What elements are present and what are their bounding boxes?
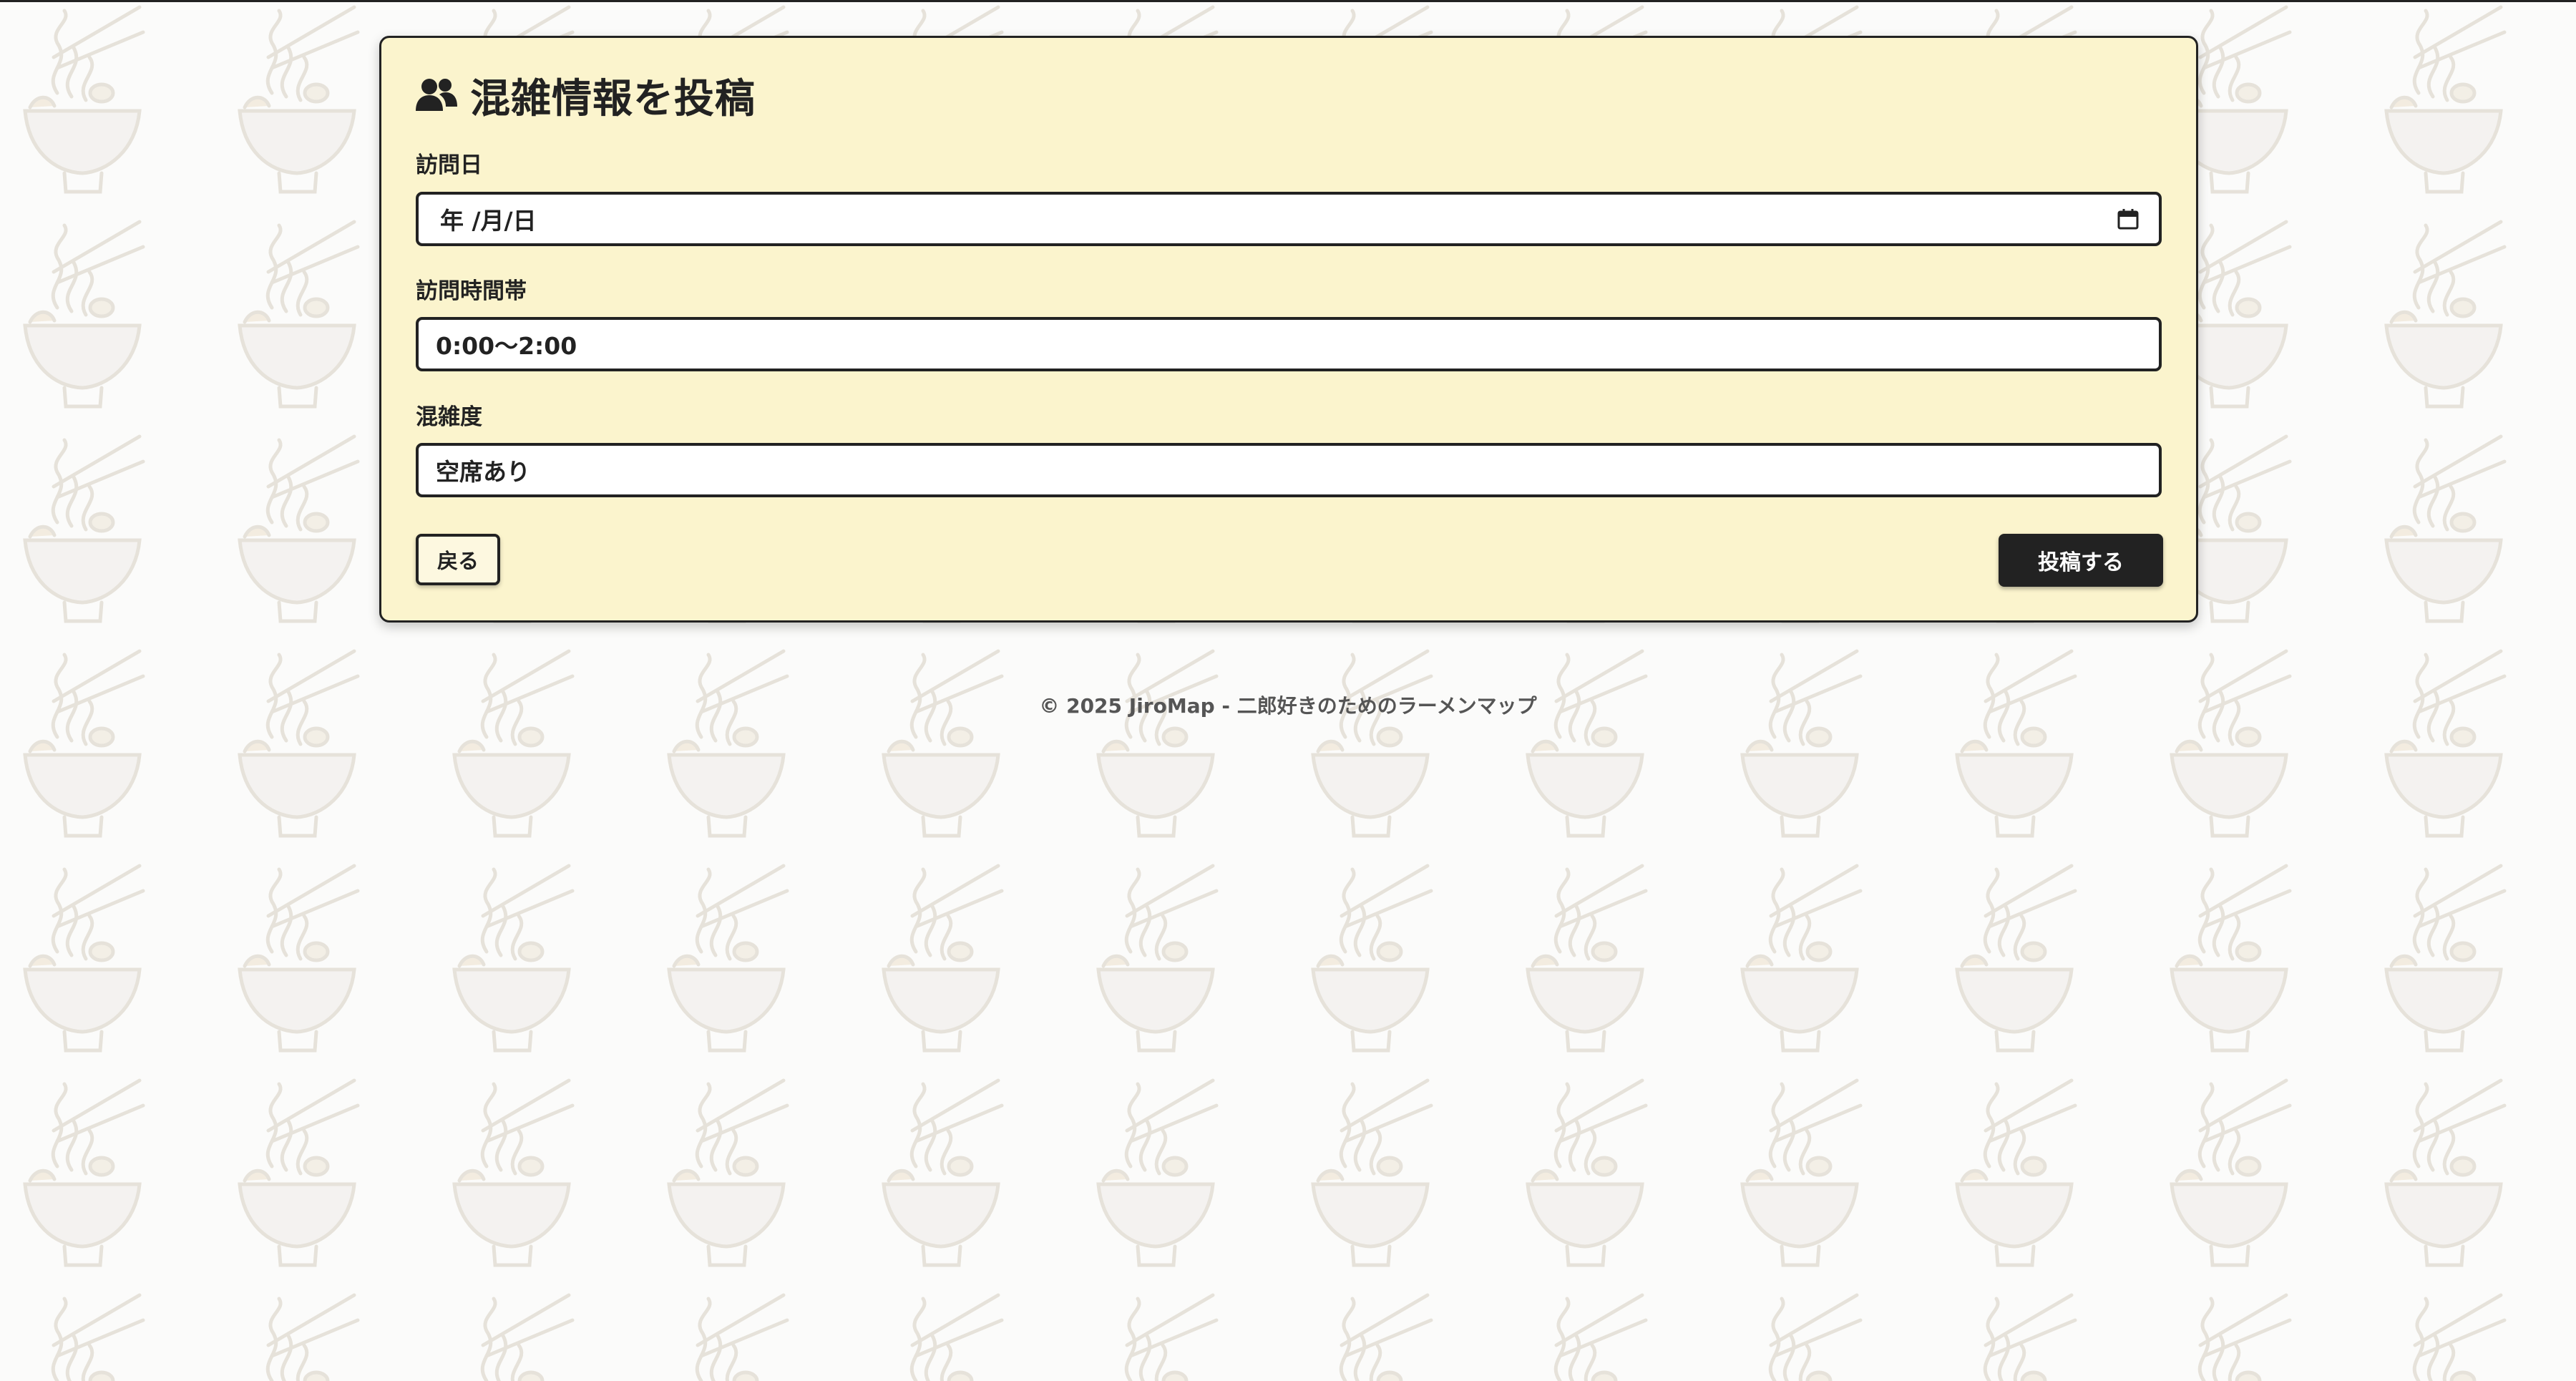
form-heading: 混雑情報を投稿 bbox=[416, 67, 756, 124]
crowd-level-label: 混雑度 bbox=[416, 404, 482, 430]
visit-time-select[interactable]: 0:00〜2:00 bbox=[416, 317, 2162, 371]
visit-date-label: 訪問日 bbox=[416, 152, 482, 178]
calendar-icon[interactable] bbox=[2117, 208, 2139, 230]
crowd-level-value: 空席あり bbox=[436, 458, 530, 486]
form-title: 混雑情報を投稿 bbox=[470, 75, 756, 122]
congestion-post-form: 混雑情報を投稿 訪問日 年 /月/日 訪問時間帯 0:00〜2:00 混雑度 空… bbox=[379, 36, 2198, 623]
back-button[interactable]: 戻る bbox=[416, 534, 500, 585]
footer-copyright: © 2025 JiroMap - 二郎好きのためのラーメンマップ bbox=[1039, 694, 1537, 718]
visit-date-value: 年 /月/日 bbox=[440, 207, 537, 235]
visit-time-value: 0:00〜2:00 bbox=[436, 332, 577, 360]
crowd-level-select[interactable]: 空席あり bbox=[416, 443, 2162, 497]
visit-date-input[interactable]: 年 /月/日 bbox=[416, 192, 2162, 246]
visit-time-label: 訪問時間帯 bbox=[416, 278, 527, 304]
users-icon bbox=[416, 79, 457, 111]
submit-button[interactable]: 投稿する bbox=[1999, 534, 2163, 587]
